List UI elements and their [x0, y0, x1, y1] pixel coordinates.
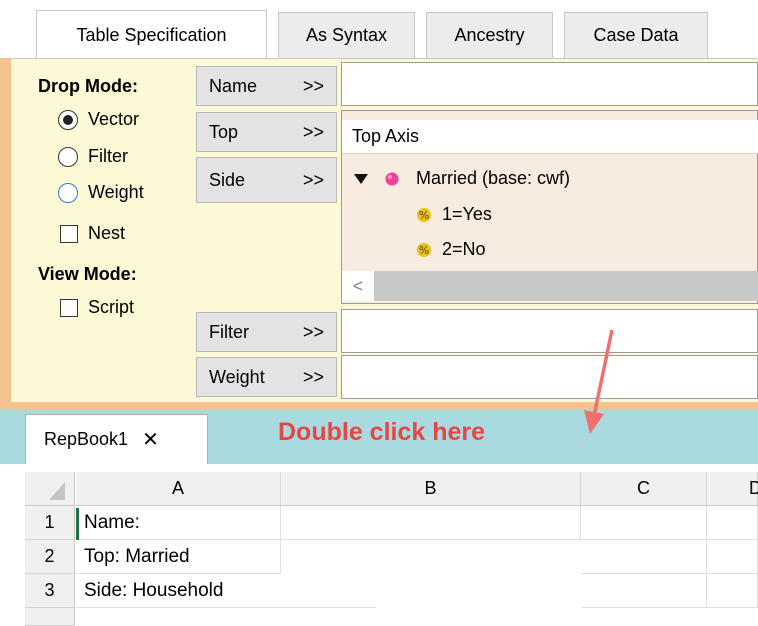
cell-a2[interactable]: Top: Married [76, 540, 281, 574]
cell-d2[interactable] [707, 540, 758, 574]
cell-d3[interactable] [707, 574, 758, 608]
tab-strip: Table Specification As Syntax Ancestry C… [0, 0, 758, 59]
column-header-c[interactable]: C [581, 472, 707, 506]
cell-a3[interactable]: Side: Household [76, 574, 376, 608]
tree-child-yes[interactable]: % 1=Yes [416, 204, 492, 225]
select-all-corner[interactable] [25, 472, 75, 506]
tab-label: Table Specification [76, 24, 227, 45]
top-axis-header: Top Axis [342, 120, 758, 154]
filter-field[interactable] [341, 309, 758, 353]
column-header-a[interactable]: A [76, 472, 281, 506]
nest-checkbox[interactable]: Nest [60, 223, 125, 244]
name-field[interactable] [341, 62, 758, 106]
button-label: Name [209, 75, 258, 96]
radio-label: Vector [88, 109, 140, 129]
annotation-text: Double click here [278, 418, 486, 446]
row-header-1[interactable]: 1 [25, 506, 75, 540]
top-button[interactable]: Top >> [196, 112, 337, 152]
triangle-down-icon[interactable] [352, 172, 370, 186]
tab-label: As Syntax [305, 25, 388, 45]
horizontal-scrollbar[interactable] [342, 271, 758, 301]
tree-child-no[interactable]: % 2=No [416, 239, 486, 260]
script-checkbox[interactable]: Script [60, 297, 134, 318]
cell-d1[interactable] [707, 506, 758, 540]
radio-label: Weight [88, 182, 144, 202]
scroll-left-button[interactable]: < [342, 271, 374, 301]
panel-splitter[interactable] [0, 402, 758, 410]
radio-icon [58, 182, 78, 203]
tab-case-data[interactable]: Case Data [564, 12, 708, 58]
radio-label: Filter [88, 146, 128, 166]
active-cell-marker [76, 508, 79, 540]
cell-a1[interactable]: Name: [76, 506, 281, 540]
button-arrow: >> [302, 75, 324, 96]
radio-icon [58, 146, 78, 167]
red-arrow-icon [584, 329, 614, 434]
button-label: Weight [209, 366, 265, 387]
left-accent-bar [0, 0, 11, 410]
radio-selected-icon [58, 109, 78, 130]
svg-text:%: % [419, 209, 429, 222]
cell-c1[interactable] [581, 506, 707, 540]
sheet-tab-repbook1[interactable]: RepBook1 ✕ [25, 414, 208, 464]
radio-filter[interactable]: Filter [58, 146, 128, 167]
tab-label: Ancestry [454, 25, 525, 45]
button-label: Filter [209, 321, 249, 342]
svg-text:%: % [419, 244, 429, 257]
sheet-tab-label: RepBook1 [44, 429, 129, 449]
name-button[interactable]: Name >> [196, 66, 337, 106]
row-header-4[interactable] [25, 608, 75, 626]
button-label: Top [209, 121, 239, 142]
tab-table-specification[interactable]: Table Specification [36, 10, 267, 59]
checkbox-label: Script [88, 297, 135, 317]
button-label: Side [209, 169, 246, 190]
tree-child-label: 2=No [442, 239, 486, 259]
column-header-b[interactable]: B [281, 472, 581, 506]
cell-c2[interactable] [581, 540, 707, 574]
drop-mode-title: Drop Mode: [38, 76, 138, 96]
tree-root-married[interactable]: Married (base: cwf) [352, 168, 570, 189]
pink-dot-icon [385, 172, 399, 185]
percent-code-icon: % [417, 207, 431, 222]
radio-vector[interactable]: Vector [58, 109, 139, 130]
checkbox-label: Nest [88, 223, 126, 243]
tab-as-syntax[interactable]: As Syntax [278, 12, 415, 58]
weight-field[interactable] [341, 355, 758, 399]
view-mode-title: View Mode: [38, 264, 137, 284]
cell-b1[interactable] [281, 506, 581, 540]
checkbox-icon [60, 298, 78, 317]
tab-ancestry[interactable]: Ancestry [426, 12, 553, 58]
column-header-d[interactable]: D [707, 472, 758, 506]
checkbox-icon [60, 224, 78, 243]
close-icon[interactable]: ✕ [142, 427, 159, 452]
tree-child-label: 1=Yes [442, 204, 492, 224]
button-arrow: >> [302, 169, 324, 190]
button-arrow: >> [302, 321, 324, 342]
weight-button[interactable]: Weight >> [196, 357, 337, 397]
row-header-3[interactable]: 3 [25, 574, 75, 608]
side-button[interactable]: Side >> [196, 157, 337, 203]
row-header-2[interactable]: 2 [25, 540, 75, 574]
button-arrow: >> [302, 121, 324, 142]
filter-button[interactable]: Filter >> [196, 312, 337, 352]
cell-c3[interactable] [581, 574, 707, 608]
radio-weight[interactable]: Weight [58, 182, 144, 203]
button-arrow: >> [302, 366, 324, 387]
percent-code-icon: % [417, 242, 431, 257]
tab-label: Case Data [593, 25, 679, 45]
tree-root-label: Married (base: cwf) [416, 168, 571, 188]
